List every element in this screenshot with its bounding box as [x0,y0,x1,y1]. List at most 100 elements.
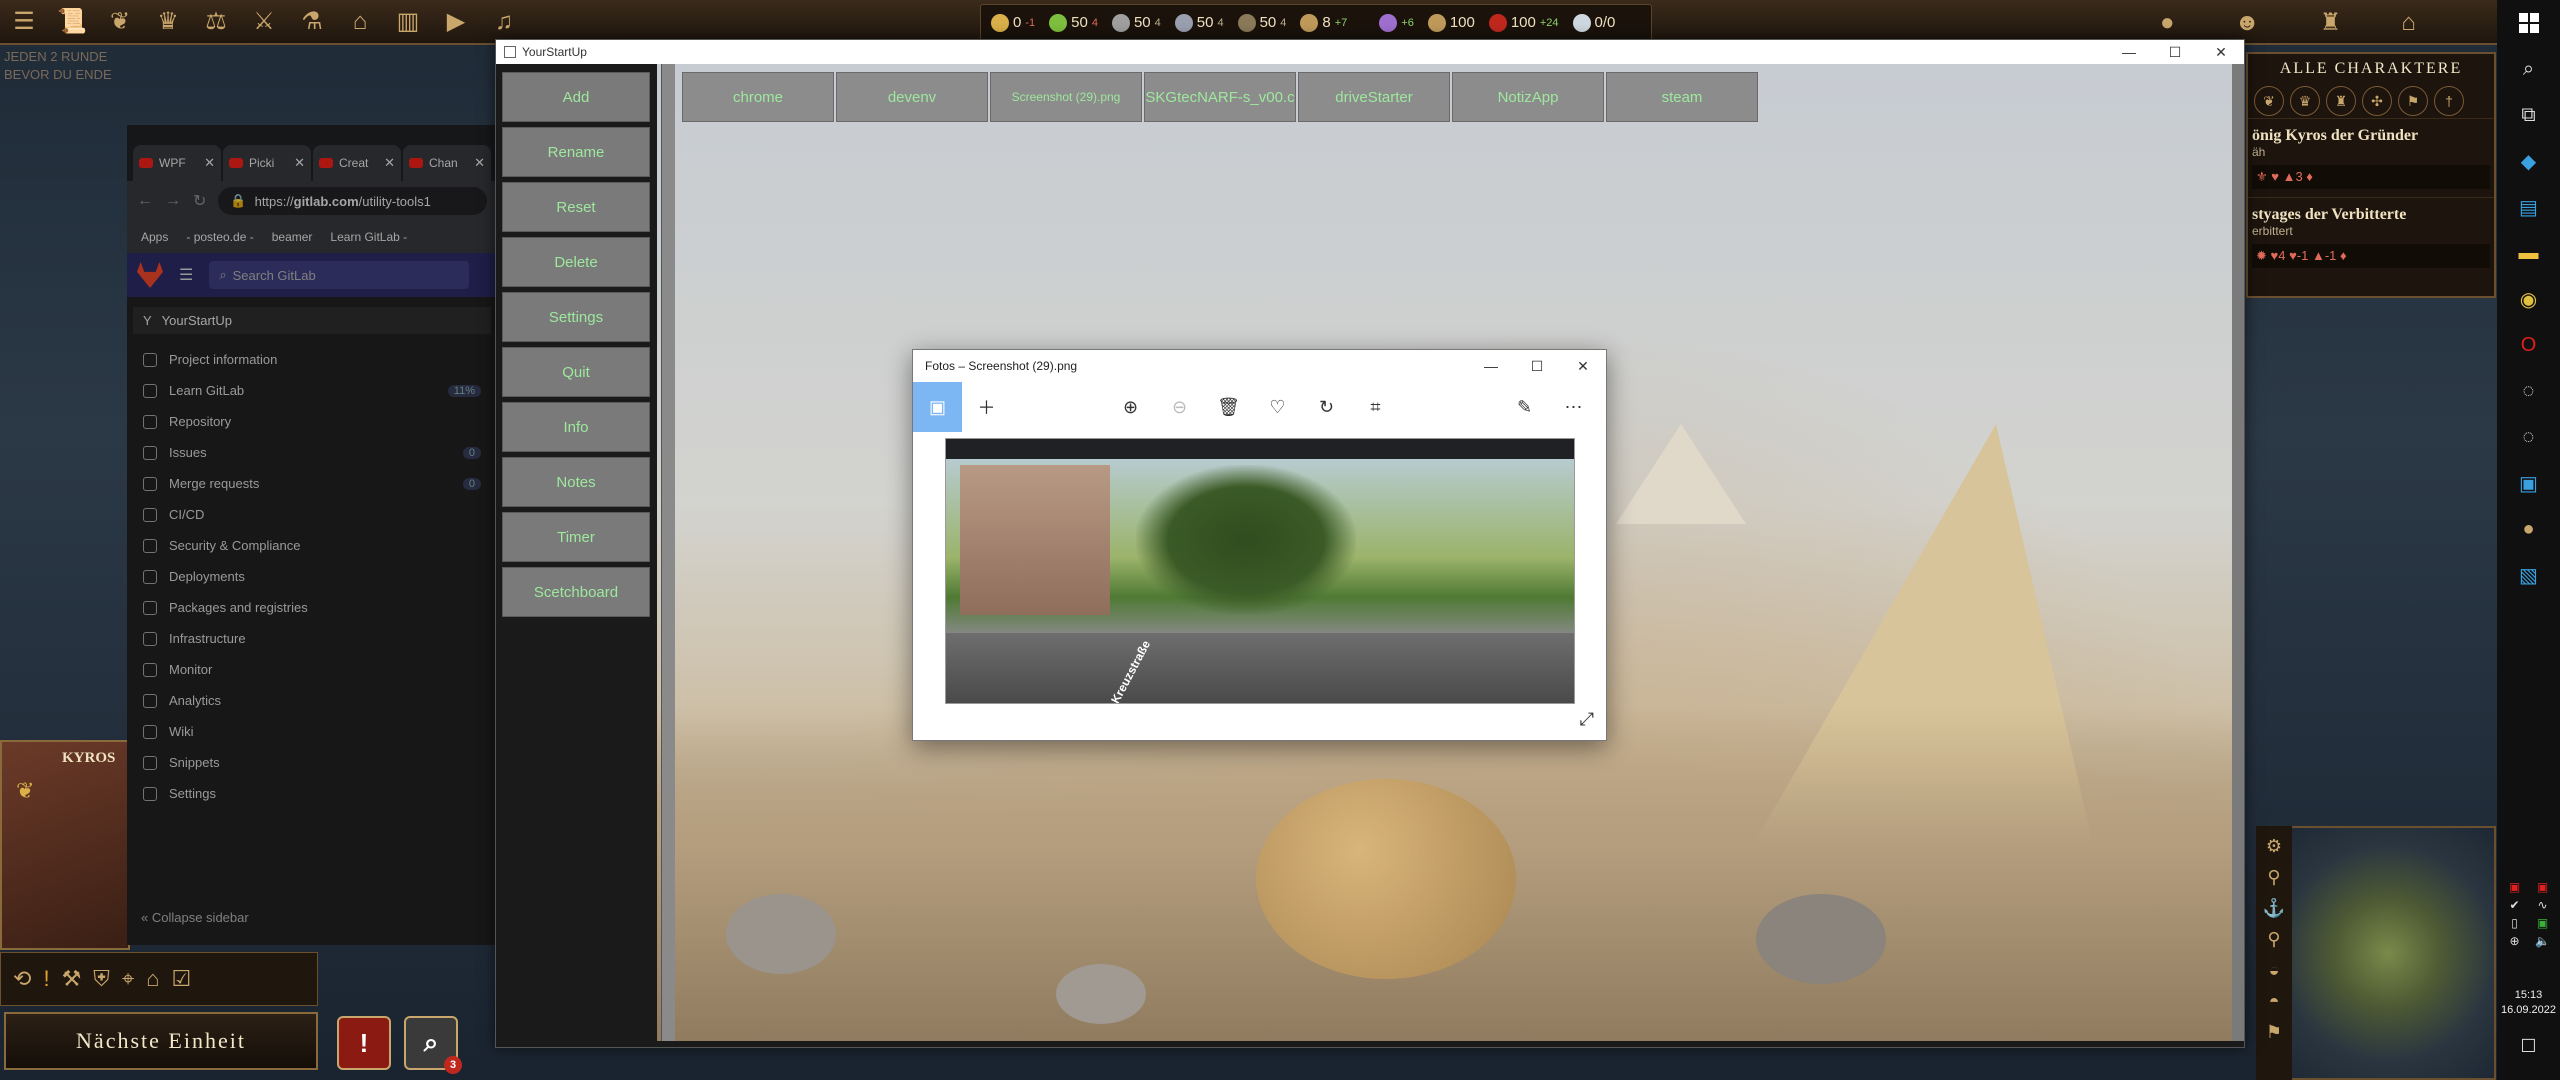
sidebar-item-snippets[interactable]: Snippets [127,747,497,778]
telescope-icon[interactable]: ⌖ [122,966,134,992]
zoom-in-icon[interactable]: ⊕ [1106,382,1155,432]
sidebar-item-wiki[interactable]: Wiki [127,716,497,747]
sidebar-item-settings[interactable]: Settings [127,778,497,809]
task-view-icon[interactable]: ⧉ [2497,92,2560,138]
sidebar-item-ci-cd[interactable]: CI/CD [127,499,497,530]
browser-tab[interactable]: Creat ✕ [313,145,401,181]
music-icon[interactable]: ♫ [480,0,528,44]
grid-splitter[interactable] [661,64,675,1047]
delete-icon[interactable]: 🗑 [1204,382,1253,432]
tray-app-icon[interactable]: ∿ [2531,898,2555,912]
back-icon[interactable]: ← [137,192,153,210]
browser-tab[interactable]: WPF ✕ [133,145,221,181]
close-icon[interactable]: ✕ [2198,40,2244,64]
play-icon[interactable]: ▶ [432,0,480,44]
resource-military[interactable]: 100 +24 [1488,13,1559,32]
quit-button[interactable]: Quit [502,347,650,397]
right-scrollbar[interactable] [2232,64,2244,1047]
gitlab-search-input[interactable]: ⌕ Search GitLab [209,261,470,289]
close-icon[interactable]: ✕ [384,155,395,171]
search-units-button[interactable]: ⌕ 3 [404,1016,462,1074]
bookmark-apps[interactable]: Apps [141,230,168,244]
map-pin-icon[interactable]: ⚲ [2267,867,2280,888]
bookmark-beamer[interactable]: beamer [272,230,313,244]
bookmark-posteo[interactable]: - posteo.de - [186,230,253,244]
heart-icon[interactable]: ♡ [1253,382,1302,432]
resource-science[interactable]: +6 [1379,13,1414,32]
app-window-icon[interactable]: ▣ [2497,460,2560,506]
rename-button[interactable]: Rename [502,127,650,177]
close-icon[interactable]: ✕ [204,155,215,171]
flask-icon[interactable]: ⚗ [288,0,336,44]
battery-icon[interactable]: ▯ [2503,916,2527,930]
next-unit-button[interactable]: Nächste Einheit [4,1012,318,1070]
character-entry[interactable]: önig Kyros der Gründer äh ⚜ ♥ ▲3 ♦ [2248,118,2494,197]
resource-gold[interactable]: 0 -1 [991,13,1035,32]
resource-goods[interactable]: 8 +7 [1300,13,1347,32]
settings-button[interactable]: Settings [502,292,650,342]
pin-icon[interactable]: ⚲ [2267,929,2280,950]
resource-food[interactable]: 50 4 [1049,13,1098,32]
reset-button[interactable]: Reset [502,182,650,232]
more-icon[interactable]: ⋯ [1549,382,1598,432]
hammer-icon[interactable]: ⚒ [62,966,82,992]
tray-app-icon[interactable]: ▣ [2531,916,2555,930]
tray-app-icon[interactable]: ▣ [2531,880,2555,894]
close-icon[interactable]: ✕ [1560,350,1606,382]
expand-icon[interactable]: ⤢ [1580,709,1594,730]
add-button[interactable]: Add [502,72,650,122]
loop-icon[interactable]: ⟲ [13,966,31,992]
chrome-icon[interactable]: ◉ [2497,276,2560,322]
image-icon[interactable]: ▣ [913,382,962,432]
tile-drivestarter[interactable]: driveStarter [1298,72,1450,122]
gear-icon[interactable]: ⚙ [2266,836,2282,857]
scroll-icon[interactable]: 📜 [48,0,96,44]
project-header[interactable]: Y YourStartUp [133,307,491,334]
windows-start-button[interactable] [2497,0,2560,46]
sidebar-item-repository[interactable]: Repository [127,406,497,437]
resource-stone[interactable]: 50 4 [1174,13,1224,32]
tile-devenv[interactable]: devenv [836,72,988,122]
scetchboard-button[interactable]: Scetchboard [502,567,650,617]
house-icon[interactable]: ⌂ [146,966,159,992]
tile-notizapp[interactable]: NotizApp [1452,72,1604,122]
info-button[interactable]: Info [502,402,650,452]
alert-icon[interactable]: ! [43,966,49,992]
search-icon[interactable]: ⌕ [2497,46,2560,92]
game-icon[interactable]: ● [2497,506,2560,552]
helmet-icon[interactable]: ♜ [2320,8,2342,37]
swords-icon[interactable]: ⚔ [240,0,288,44]
sidebar-item-security[interactable]: Security & Compliance [127,530,497,561]
lamp-icon[interactable]: ◓ [2269,991,2280,1012]
sidebar-item-deployments[interactable]: Deployments [127,561,497,592]
alert-button[interactable]: ! [337,1016,391,1070]
taskbar-clock[interactable]: 15:13 16.09.2022 [2497,988,2560,1018]
visual-studio-icon[interactable]: ◆ [2497,138,2560,184]
flag-icon[interactable]: ⚑ [2266,1022,2282,1043]
laurel-icon[interactable]: ❦ [2254,86,2284,116]
minimap[interactable] [2256,826,2496,1080]
anchor-icon[interactable]: ⚓ [2263,898,2285,919]
tile-steam[interactable]: steam [1606,72,1758,122]
tower-icon[interactable]: ♜ [2326,86,2356,116]
browser-tab[interactable]: Picki ✕ [223,145,311,181]
sidebar-item-analytics[interactable]: Analytics [127,685,497,716]
notes-button[interactable]: Notes [502,457,650,507]
photos-titlebar[interactable]: Fotos – Screenshot (29).png — ☐ ✕ [913,350,1606,382]
home-icon[interactable]: ⌂ [2401,9,2416,37]
sidebar-item-merge-requests[interactable]: Merge requests 0 [127,468,497,499]
character-entry[interactable]: styages der Verbitterte erbittert ✹ ♥4 ♥… [2248,197,2494,276]
file-explorer-icon[interactable]: ▬ [2497,230,2560,276]
maximize-icon[interactable]: ☐ [2152,40,2198,64]
tile-screenshot[interactable]: Screenshot (29).png [990,72,1142,122]
yourstartup-titlebar[interactable]: YourStartUp — ☐ ✕ [496,40,2244,64]
scales-icon[interactable]: ⚖ [192,0,240,44]
reload-icon[interactable]: ↻ [193,191,206,211]
close-icon[interactable]: ✕ [474,155,485,171]
app-window-icon[interactable]: ▤ [2497,184,2560,230]
maximize-icon[interactable]: ☐ [1514,350,1560,382]
resource-tree[interactable]: 50 4 [1237,13,1286,32]
crop-icon[interactable]: ⌗ [1351,382,1400,432]
tray-app-icon[interactable]: ▣ [2503,880,2527,894]
sidebar-item-infrastructure[interactable]: Infrastructure [127,623,497,654]
